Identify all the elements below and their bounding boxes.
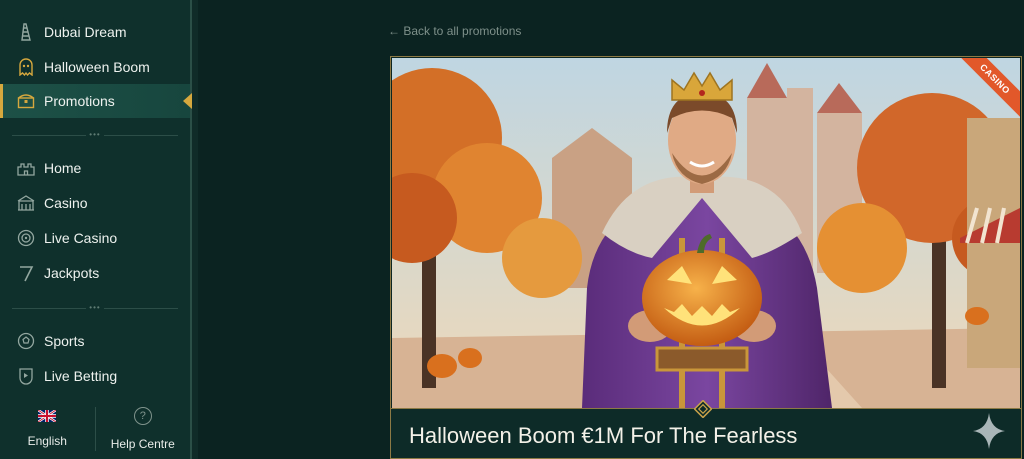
sidebar-item-promotions[interactable]: Promotions — [0, 84, 192, 118]
sidebar-item-sports[interactable]: Sports — [0, 324, 190, 358]
sidebar-item-live-betting[interactable]: Live Betting — [0, 359, 190, 393]
language-label: English — [27, 434, 67, 448]
sidebar: Dubai Dream Halloween Boom Promotions ••… — [0, 0, 192, 459]
diamond-ornament-icon — [694, 400, 712, 418]
help-centre-link[interactable]: ? Help Centre — [96, 399, 191, 459]
back-to-promotions-link[interactable]: ← Back to all promotions — [388, 24, 521, 38]
uk-flag-icon — [38, 410, 57, 422]
tower-icon — [16, 22, 36, 42]
sidebar-item-label: Home — [44, 160, 82, 176]
sidebar-item-live-casino[interactable]: Live Casino — [0, 221, 190, 255]
sidebar-item-jackpots[interactable]: Jackpots — [0, 256, 190, 290]
sidebar-divider: ••• — [12, 304, 178, 312]
sidebar-item-casino[interactable]: Casino — [0, 186, 190, 220]
castle-icon — [16, 158, 36, 178]
live-betting-icon — [16, 366, 36, 386]
sidebar-item-label: Sports — [44, 333, 85, 349]
help-centre-label: Help Centre — [110, 437, 175, 451]
sidebar-item-label: Halloween Boom — [44, 59, 150, 75]
sidebar-item-home[interactable]: Home — [0, 151, 190, 185]
help-icon: ? — [133, 407, 152, 425]
sidebar-item-label: Jackpots — [44, 265, 100, 281]
sidebar-item-label: Promotions — [44, 93, 115, 109]
promotion-hero-image: CASINO — [392, 58, 1020, 408]
sidebar-footer: English ? Help Centre — [0, 399, 190, 459]
sidebar-gutter — [192, 0, 198, 459]
treasure-chest-icon — [16, 91, 36, 111]
promotion-card: CASINO Halloween Boom €1M For The Fearle… — [390, 56, 1022, 459]
sidebar-item-label: Casino — [44, 195, 88, 211]
promotion-title: Halloween Boom €1M For The Fearless — [409, 423, 798, 448]
sidebar-item-dubai-dream[interactable]: Dubai Dream — [0, 15, 190, 49]
sidebar-item-label: Live Betting — [44, 368, 118, 384]
sidebar-item-halloween-boom[interactable]: Halloween Boom — [0, 50, 190, 84]
promotion-title-bar: Halloween Boom €1M For The Fearless — [391, 400, 1021, 458]
roulette-icon — [16, 228, 36, 248]
sidebar-item-label: Dubai Dream — [44, 24, 127, 40]
sidebar-divider: ••• — [12, 131, 178, 139]
active-indicator-arrow-icon — [183, 93, 192, 109]
ghost-icon — [16, 57, 36, 77]
soccer-ball-icon — [16, 331, 36, 351]
sidebar-item-label: Live Casino — [44, 230, 118, 246]
language-selector[interactable]: English — [0, 399, 95, 459]
seven-icon — [16, 263, 36, 283]
sparkle-star-icon — [973, 413, 1005, 449]
casino-building-icon — [16, 193, 36, 213]
